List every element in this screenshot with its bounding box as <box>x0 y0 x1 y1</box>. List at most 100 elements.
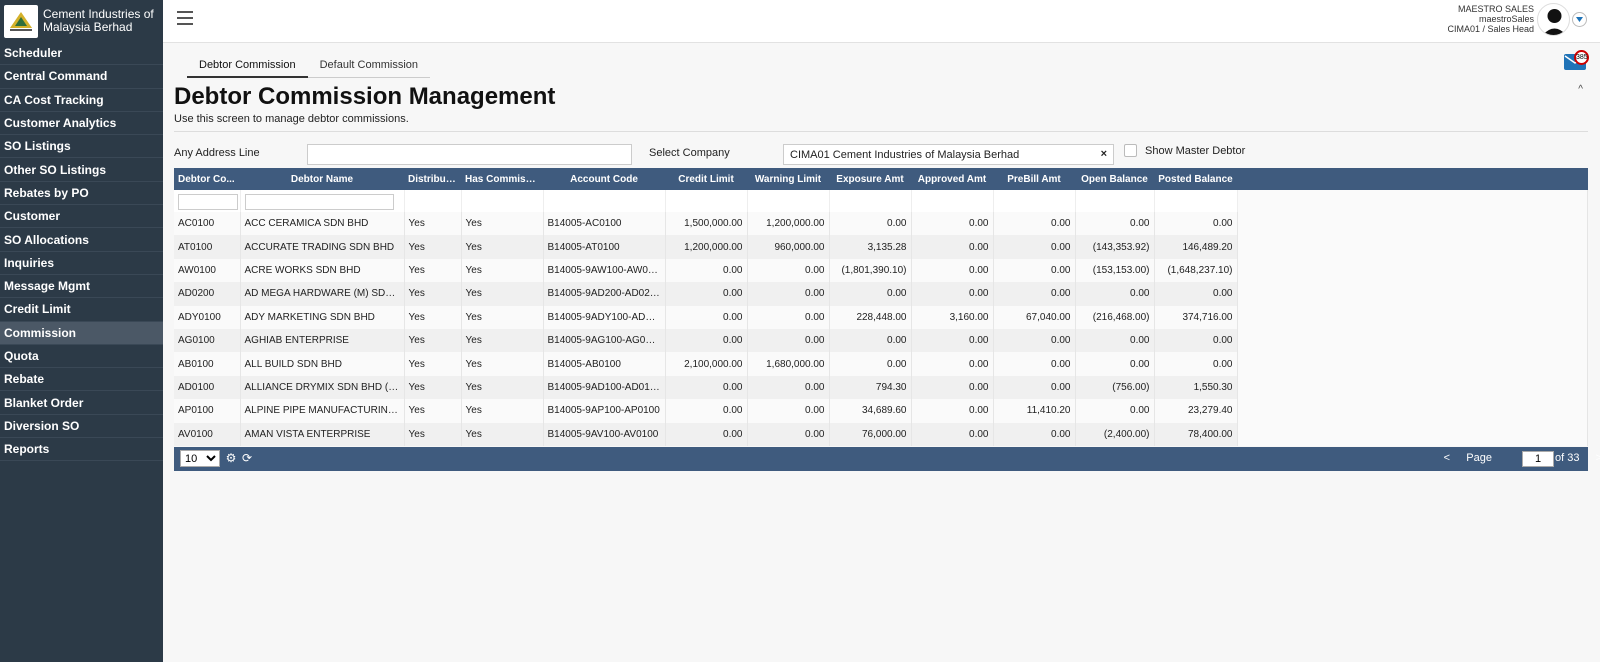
cell-debtor-code: ADY0100 <box>174 305 241 329</box>
collapse-icon[interactable]: ^ <box>1578 84 1583 95</box>
sidebar-item-credit-limit[interactable]: Credit Limit <box>0 298 163 322</box>
cell-prebill-amt: 0.00 <box>993 352 1076 376</box>
cell-posted-balance: 1,550.30 <box>1154 375 1238 400</box>
sidebar-item-so-allocations[interactable]: SO Allocations <box>0 228 163 252</box>
debtor-name-filter-cell <box>240 190 405 212</box>
cell-posted-balance: 0.00 <box>1154 282 1238 306</box>
avatar[interactable] <box>1537 3 1570 36</box>
cell-credit-limit: 1,500,000.00 <box>665 212 748 236</box>
table-row[interactable]: AC0100 ACC CERAMICA SDN BHD Yes Yes B14005-A… <box>174 212 1238 236</box>
cell-warning-limit: 1,200,000.00 <box>747 212 830 236</box>
chevron-down-icon[interactable] <box>1572 12 1587 27</box>
cell-credit-limit: 0.00 <box>665 305 748 329</box>
sidebar-item-blanket-order[interactable]: Blanket Order <box>0 391 163 415</box>
address-filter-label: Any Address Line <box>174 147 260 159</box>
sidebar-item-scheduler[interactable]: Scheduler <box>0 42 163 66</box>
tab-debtor-commission[interactable]: Debtor Commission <box>187 56 308 78</box>
cell-debtor-code: AW0100 <box>174 258 241 283</box>
sidebar-item-quota[interactable]: Quota <box>0 345 163 369</box>
table-row[interactable]: AB0100 ALL BUILD SDN BHD Yes Yes B14005-AB01… <box>174 352 1238 376</box>
sidebar-item-rebates-by-po[interactable]: Rebates by PO <box>0 182 163 206</box>
column-header-posted-balance[interactable]: Posted Balance <box>1154 168 1237 190</box>
company-logo[interactable] <box>4 4 38 38</box>
sidebar-item-diversion-so[interactable]: Diversion SO <box>0 415 163 439</box>
sidebar-item-rebate[interactable]: Rebate <box>0 368 163 392</box>
sidebar-item-message-mgmt[interactable]: Message Mgmt <box>0 275 163 299</box>
cell-has-commission: Yes <box>461 235 544 259</box>
cell-distributor: Yes <box>404 399 462 423</box>
cell-warning-limit: 0.00 <box>747 399 830 423</box>
column-header-debtor-code[interactable]: Debtor Co... <box>174 168 240 190</box>
mail-icon[interactable]: 385 <box>1564 50 1589 70</box>
next-page-button[interactable]: > <box>1596 452 1600 464</box>
cell-open-balance: 0.00 <box>1075 399 1155 423</box>
table-row[interactable]: AP0100 ALPINE PIPE MANUFACTURING S... Yes Y… <box>174 399 1238 423</box>
show-master-debtor-checkbox[interactable] <box>1124 144 1137 157</box>
cell-warning-limit: 0.00 <box>747 328 830 353</box>
cell-exposure-amt: 3,135.28 <box>829 235 912 259</box>
page-size-select[interactable]: 10 <box>180 450 220 467</box>
cell-account-code: B14005-9AW100-AW0100 <box>543 258 666 283</box>
table-row[interactable]: AV0100 AMAN VISTA ENTERPRISE Yes Yes B14005-… <box>174 422 1238 446</box>
debtor-name-filter-input[interactable] <box>244 194 395 211</box>
company-select[interactable]: CIMA01 Cement Industries of Malaysia Ber… <box>783 144 1114 165</box>
cell-debtor-name: ACC CERAMICA SDN BHD <box>240 212 405 236</box>
column-header-debtor-name[interactable]: Debtor Name <box>240 168 404 190</box>
cell-posted-balance: 374,716.00 <box>1154 305 1238 329</box>
debtor-code-filter-input[interactable] <box>178 194 239 211</box>
sidebar-item-central-command[interactable]: Central Command <box>0 65 163 89</box>
sidebar-item-so-listings[interactable]: SO Listings <box>0 135 163 159</box>
table-row[interactable]: AT0100 ACCURATE TRADING SDN BHD Yes Yes B140… <box>174 235 1238 259</box>
cell-posted-balance: 0.00 <box>1154 352 1238 376</box>
table-row[interactable]: AG0100 AGHIAB ENTERPRISE Yes Yes B14005-9AG1… <box>174 328 1238 353</box>
cell-has-commission: Yes <box>461 375 544 400</box>
cell-has-commission: Yes <box>461 212 544 236</box>
refresh-icon[interactable]: ⟳ <box>240 451 254 465</box>
user-display-name: MAESTRO SALES <box>1457 4 1534 14</box>
cell-warning-limit: 0.00 <box>747 375 830 400</box>
cell-exposure-amt: 0.00 <box>829 282 912 306</box>
column-header-account-code[interactable]: Account Code <box>543 168 665 190</box>
column-header-warning-limit[interactable]: Warning Limit <box>747 168 829 190</box>
cell-debtor-name: ACCURATE TRADING SDN BHD <box>240 235 405 259</box>
sidebar-item-commission[interactable]: Commission <box>0 321 163 345</box>
top-bar: MAESTRO SALES maestroSales CIMA01 / Sale… <box>163 0 1600 43</box>
prev-page-button[interactable]: < <box>1444 452 1450 464</box>
cell-credit-limit: 0.00 <box>665 282 748 306</box>
cell-account-code: B14005-AT0100 <box>543 235 666 259</box>
cell-warning-limit: 0.00 <box>747 282 830 306</box>
cell-approved-amt: 0.00 <box>911 235 994 259</box>
table-row[interactable]: AW0100 ACRE WORKS SDN BHD Yes Yes B14005-9AW… <box>174 258 1238 283</box>
address-filter-input[interactable] <box>307 144 632 165</box>
cell-warning-limit: 0.00 <box>747 422 830 446</box>
sidebar-item-reports[interactable]: Reports <box>0 438 163 462</box>
sidebar-item-other-so-listings[interactable]: Other SO Listings <box>0 158 163 182</box>
sidebar-item-inquiries[interactable]: Inquiries <box>0 252 163 275</box>
table-row[interactable]: AD0100 ALLIANCE DRYMIX SDN BHD (FO... Yes Y… <box>174 375 1238 400</box>
clear-icon[interactable]: × <box>1101 148 1107 160</box>
table-row[interactable]: AD0200 AD MEGA HARDWARE (M) SDN B... Yes Ye… <box>174 282 1238 306</box>
sidebar-item-customer-analytics[interactable]: Customer Analytics <box>0 112 163 136</box>
column-header-has-commission[interactable]: Has Commissi... <box>461 168 543 190</box>
cell-open-balance: (756.00) <box>1075 375 1155 400</box>
cell-distributor: Yes <box>404 235 462 259</box>
cell-distributor: Yes <box>404 282 462 306</box>
sidebar-item-ca-cost-tracking[interactable]: CA Cost Tracking <box>0 89 163 112</box>
current-page-input[interactable] <box>1522 451 1554 467</box>
sidebar-item-customer[interactable]: Customer <box>0 205 163 229</box>
table-row[interactable]: ADY0100 ADY MARKETING SDN BHD Yes Yes B14005… <box>174 305 1238 329</box>
menu-toggle-icon[interactable] <box>177 11 193 25</box>
column-header-approved-amt[interactable]: Approved Amt <box>911 168 993 190</box>
column-header-exposure-amt[interactable]: Exposure Amt <box>829 168 911 190</box>
grid-pager: 10 ⚙ ⟳ < Page of 33 > <box>174 447 1600 471</box>
column-header-prebill-amt[interactable]: PreBill Amt <box>993 168 1075 190</box>
cell-has-commission: Yes <box>461 282 544 306</box>
column-header-distributor[interactable]: Distributor <box>404 168 461 190</box>
settings-icon[interactable]: ⚙ <box>224 451 238 465</box>
column-header-open-balance[interactable]: Open Balance <box>1075 168 1154 190</box>
tab-default-commission[interactable]: Default Commission <box>307 56 431 78</box>
cell-open-balance: 0.00 <box>1075 212 1155 236</box>
column-header-credit-limit[interactable]: Credit Limit <box>665 168 747 190</box>
cell-debtor-name: ALLIANCE DRYMIX SDN BHD (FO... <box>240 375 405 400</box>
company-filter-label: Select Company <box>649 147 730 159</box>
